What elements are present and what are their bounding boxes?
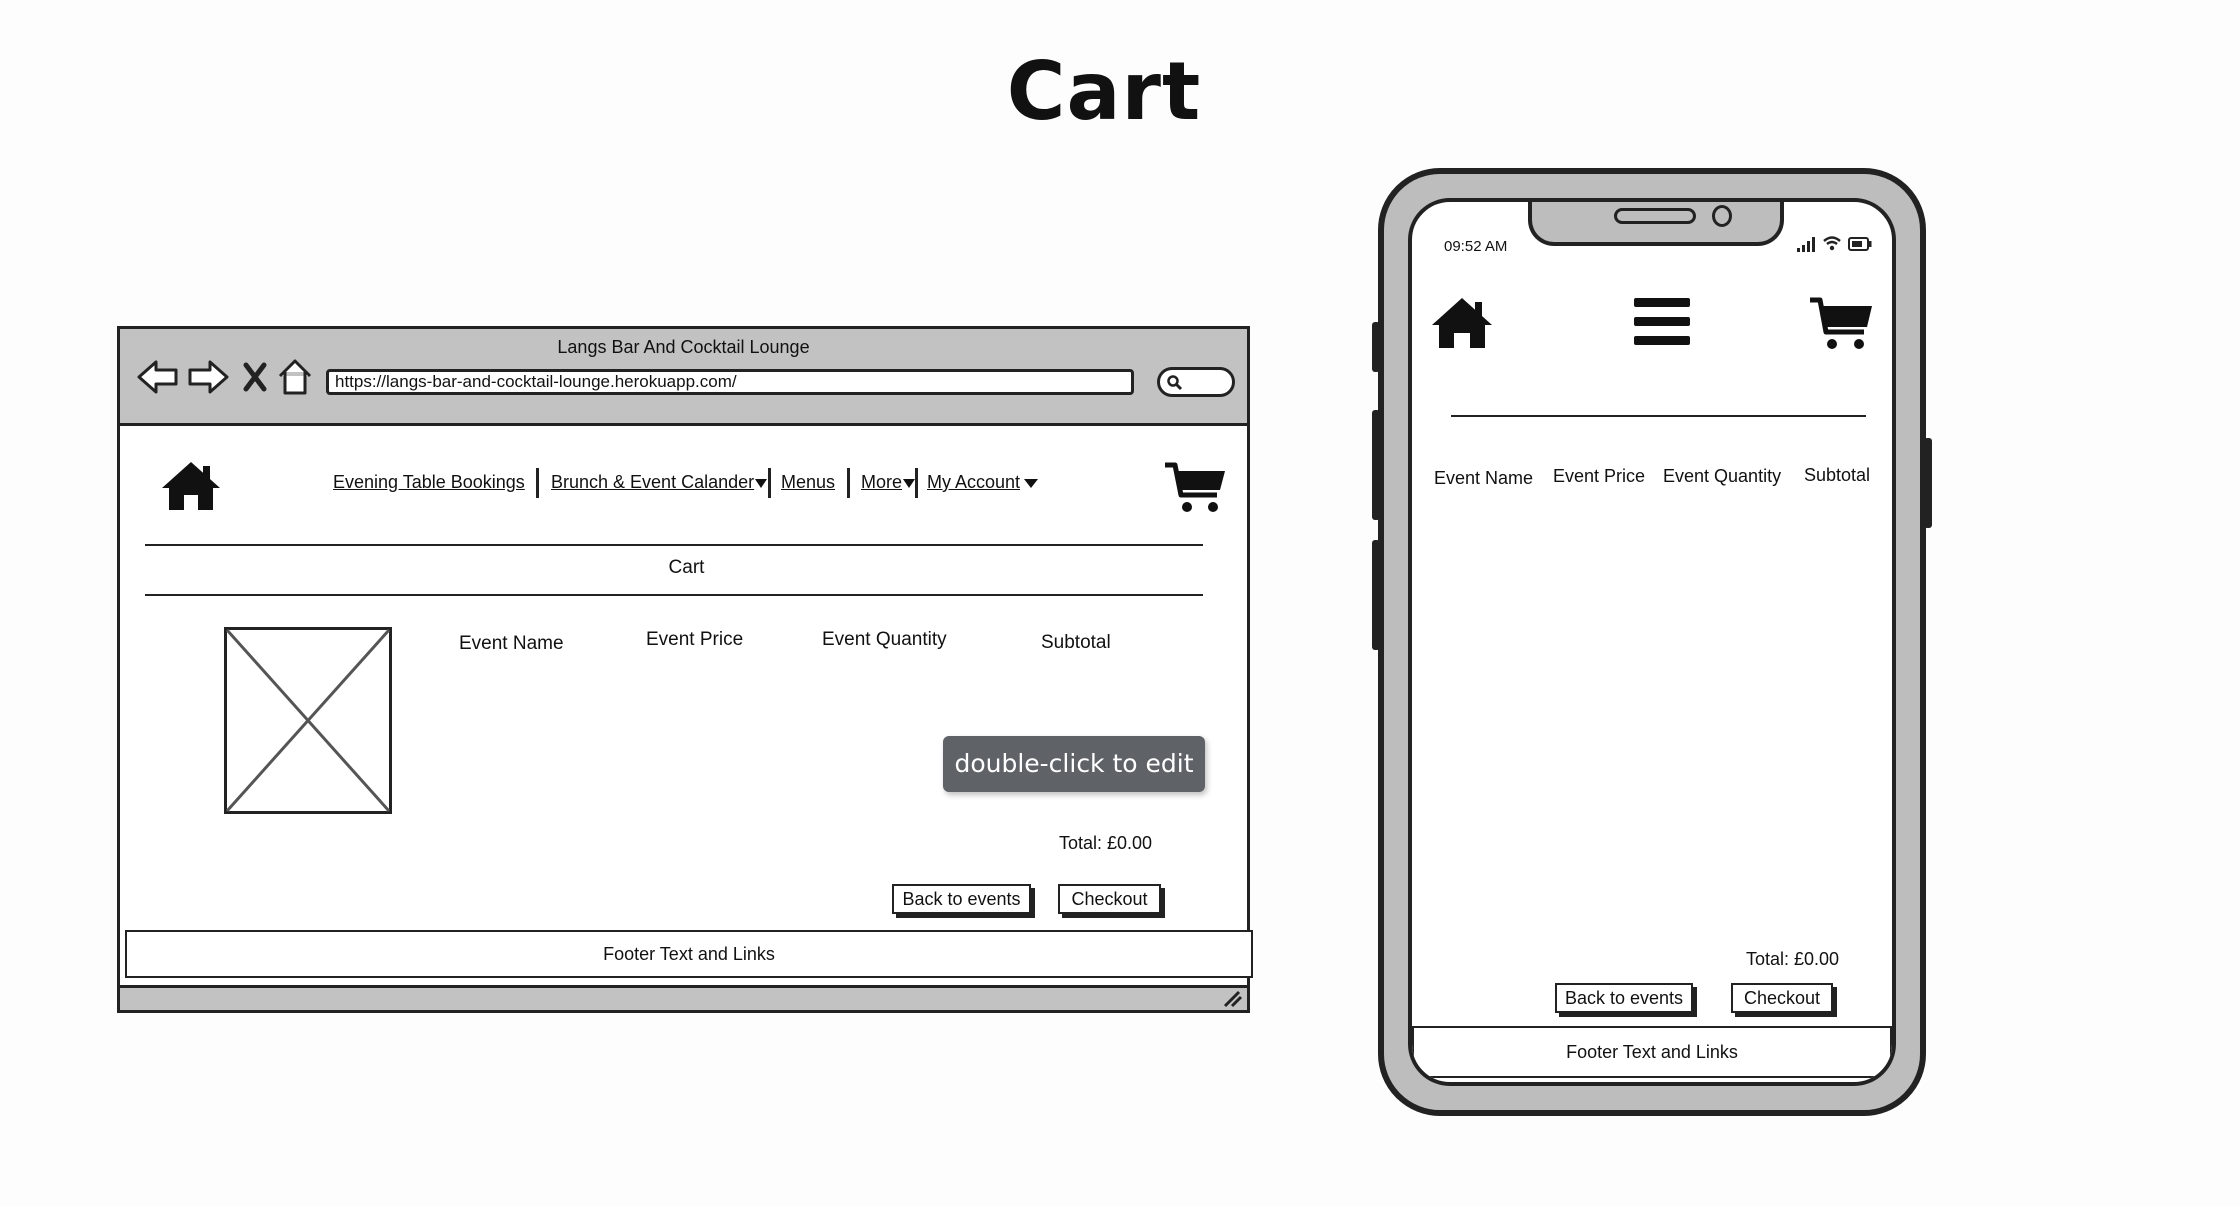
column-event-name: Event Name xyxy=(459,633,564,654)
footer: Footer Text and Links xyxy=(1412,1026,1892,1078)
search-box[interactable] xyxy=(1157,367,1235,397)
divider xyxy=(145,594,1203,596)
battery-icon xyxy=(1848,237,1872,251)
cart-icon[interactable] xyxy=(1163,461,1227,517)
image-placeholder-icon xyxy=(224,627,392,814)
nav-evening-table-bookings[interactable]: Evening Table Bookings xyxy=(333,472,525,493)
dropdown-caret-icon[interactable] xyxy=(755,479,767,488)
phone-frame: 09:52 AM Event Name Event Price Event Qu… xyxy=(1378,168,1926,1116)
home-icon[interactable] xyxy=(277,357,313,397)
dropdown-caret-icon[interactable] xyxy=(1024,479,1038,488)
cart-icon[interactable] xyxy=(1808,296,1874,354)
window-title: Langs Bar And Cocktail Lounge xyxy=(557,337,810,357)
close-icon[interactable] xyxy=(242,361,268,393)
column-event-price: Event Price xyxy=(1553,466,1646,486)
back-to-events-button[interactable]: Back to events xyxy=(892,884,1031,914)
checkout-button[interactable]: Checkout xyxy=(1731,983,1833,1013)
nav-separator xyxy=(847,468,850,498)
browser-chrome: Langs Bar And Cocktail Lounge https://la… xyxy=(120,329,1247,426)
speaker-grille xyxy=(1614,208,1696,224)
column-event-quantity: Event Quantity xyxy=(822,629,947,650)
nav-menus[interactable]: Menus xyxy=(781,472,835,493)
phone-notch xyxy=(1528,202,1784,246)
forward-arrow-icon[interactable] xyxy=(186,357,230,397)
signal-icon xyxy=(1797,237,1815,252)
hamburger-menu-icon[interactable] xyxy=(1632,296,1692,348)
footer: Footer Text and Links xyxy=(125,930,1253,978)
wifi-icon xyxy=(1823,236,1841,251)
search-icon xyxy=(1167,375,1183,391)
section-title: Cart xyxy=(668,557,705,578)
url-bar[interactable]: https://langs-bar-and-cocktail-lounge.he… xyxy=(326,369,1134,395)
edit-tooltip: double-click to edit xyxy=(943,736,1205,792)
nav-separator xyxy=(915,468,918,498)
checkout-button[interactable]: Checkout xyxy=(1058,884,1161,914)
divider xyxy=(145,544,1203,546)
back-to-events-button[interactable]: Back to events xyxy=(1555,983,1693,1013)
back-arrow-icon[interactable] xyxy=(136,357,180,397)
page-title: Cart xyxy=(1006,45,1202,138)
home-icon[interactable] xyxy=(160,460,222,512)
cart-total: Total: £0.00 xyxy=(1746,949,1840,969)
browser-window: Langs Bar And Cocktail Lounge https://la… xyxy=(117,326,1253,1013)
nav-brunch-event-calendar[interactable]: Brunch & Event Calander xyxy=(551,472,754,493)
cart-total: Total: £0.00 xyxy=(1059,833,1153,853)
column-event-quantity: Event Quantity xyxy=(1663,466,1782,486)
home-icon[interactable] xyxy=(1430,296,1494,350)
camera xyxy=(1712,205,1732,227)
column-subtotal: Subtotal xyxy=(1804,465,1871,485)
nav-separator xyxy=(536,468,539,498)
column-event-name: Event Name xyxy=(1434,468,1534,488)
phone-screen: 09:52 AM Event Name Event Price Event Qu… xyxy=(1408,198,1896,1086)
column-subtotal: Subtotal xyxy=(1041,632,1111,653)
resize-grip-icon[interactable] xyxy=(1221,990,1243,1008)
nav-my-account[interactable]: My Account xyxy=(927,472,1020,493)
status-time: 09:52 AM xyxy=(1444,238,1508,255)
divider xyxy=(1451,415,1866,417)
status-bar xyxy=(120,985,1247,1010)
column-event-price: Event Price xyxy=(646,629,744,650)
nav-more[interactable]: More xyxy=(861,472,902,493)
nav-separator xyxy=(768,468,771,498)
dropdown-caret-icon[interactable] xyxy=(903,479,915,488)
